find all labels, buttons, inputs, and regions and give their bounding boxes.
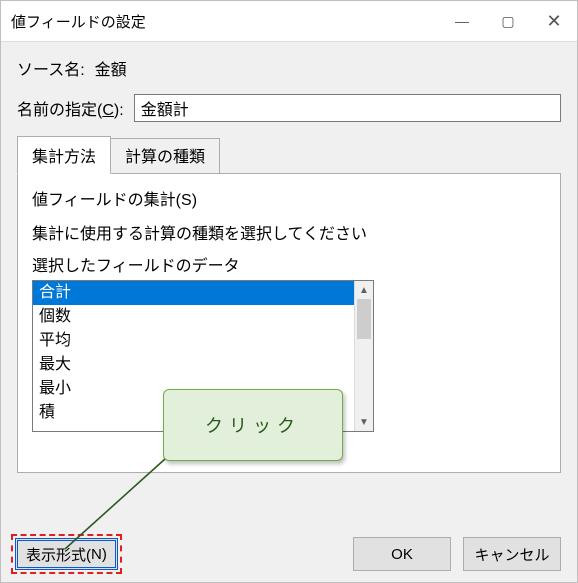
- list-item[interactable]: 合計: [33, 281, 354, 305]
- callout-annotation: クリック: [163, 389, 343, 461]
- custom-name-row: 名前の指定(C):: [17, 94, 561, 122]
- list-item[interactable]: 平均: [33, 329, 354, 353]
- summarize-label: 値フィールドの集計(S): [32, 186, 546, 210]
- list-item[interactable]: 最大: [33, 353, 354, 377]
- window-buttons: — ▢ ✕: [439, 1, 577, 41]
- custom-name-label: 名前の指定(C):: [17, 96, 124, 120]
- field-data-label: 選択したフィールドのデータ: [32, 252, 546, 276]
- list-item[interactable]: 個数: [33, 305, 354, 329]
- callout-connector-line: [61, 457, 171, 551]
- ok-button[interactable]: OK: [353, 537, 451, 571]
- window-title: 値フィールドの設定: [1, 11, 146, 32]
- close-button[interactable]: ✕: [531, 1, 577, 41]
- source-label: ソース名:: [17, 56, 85, 80]
- tab-summarize[interactable]: 集計方法: [17, 136, 111, 174]
- scroll-track[interactable]: [355, 299, 373, 413]
- minimize-button[interactable]: —: [439, 1, 485, 41]
- tab-show-values-as[interactable]: 計算の種類: [110, 138, 220, 174]
- listbox-scrollbar[interactable]: ▲ ▼: [354, 281, 373, 431]
- maximize-button[interactable]: ▢: [485, 1, 531, 41]
- scroll-down-icon[interactable]: ▼: [355, 413, 373, 431]
- source-value: 金額: [95, 56, 127, 80]
- custom-name-input[interactable]: [134, 94, 561, 122]
- value-field-settings-dialog: 値フィールドの設定 — ▢ ✕ ソース名: 金額 名前の指定(C): 集計方法 …: [0, 0, 578, 583]
- tab-heads: 集計方法 計算の種類: [17, 136, 561, 174]
- cancel-button[interactable]: キャンセル: [463, 537, 561, 571]
- scroll-up-icon[interactable]: ▲: [355, 281, 373, 299]
- source-row: ソース名: 金額: [17, 56, 561, 80]
- instruction-text: 集計に使用する計算の種類を選択してください: [32, 220, 546, 244]
- dialog-buttons: OK キャンセル: [353, 537, 561, 571]
- titlebar: 値フィールドの設定 — ▢ ✕: [1, 1, 577, 42]
- scroll-thumb[interactable]: [357, 299, 371, 339]
